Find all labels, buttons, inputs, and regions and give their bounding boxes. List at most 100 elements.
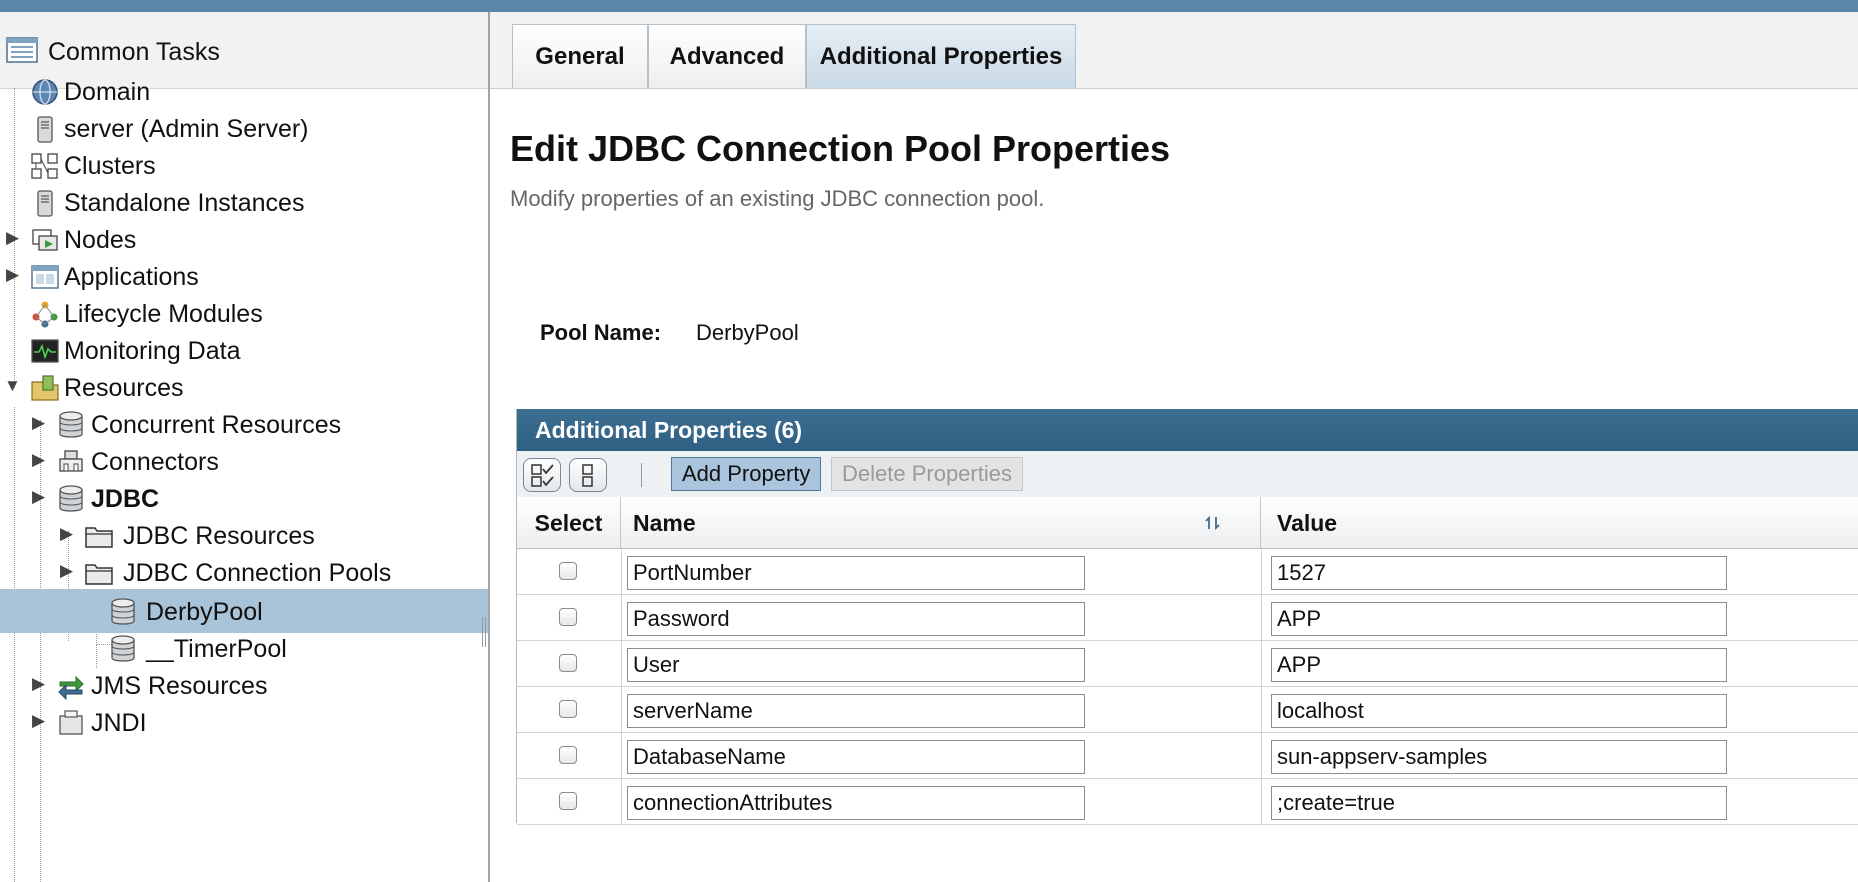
sidebar-item-label: Monitoring Data xyxy=(64,337,241,365)
property-name-input[interactable] xyxy=(627,602,1085,636)
property-value-input[interactable] xyxy=(1271,740,1727,774)
property-value-input[interactable] xyxy=(1271,648,1727,682)
jms-icon xyxy=(58,675,84,701)
monitor-icon xyxy=(31,339,59,363)
pool-name-label: Pool Name: xyxy=(540,320,662,345)
row-select-checkbox[interactable] xyxy=(559,746,577,764)
sidebar-item-label: __TimerPool xyxy=(146,635,287,663)
column-header-label: Value xyxy=(1277,510,1338,536)
row-select-checkbox[interactable] xyxy=(559,562,577,580)
toolbar-separator xyxy=(641,463,642,487)
expand-arrow-icon[interactable]: ▶ xyxy=(32,450,45,470)
server-icon xyxy=(37,116,53,143)
select-all-icon xyxy=(531,464,554,487)
column-header-label: Select xyxy=(534,510,603,536)
tab-bar: General Advanced Additional Properties xyxy=(490,12,1858,89)
expand-arrow-icon[interactable]: ▶ xyxy=(32,711,45,731)
column-header-label: Name xyxy=(633,510,696,536)
sidebar-item-label: Nodes xyxy=(64,226,137,254)
sidebar-item-label: Lifecycle Modules xyxy=(64,300,263,328)
property-name-input[interactable] xyxy=(627,556,1085,590)
property-value-input[interactable] xyxy=(1271,694,1727,728)
tab-advanced[interactable]: Advanced xyxy=(648,24,806,88)
table-row xyxy=(517,641,1858,687)
expand-arrow-icon[interactable]: ▶ xyxy=(60,561,73,581)
common-tasks-label: Common Tasks xyxy=(48,38,220,66)
sidebar-item-label: Connectors xyxy=(91,448,219,476)
common-tasks-icon xyxy=(6,37,38,63)
sort-icon[interactable] xyxy=(1203,513,1223,533)
sidebar-item-jdbc-connection-pools[interactable]: ▶ JDBC Connection Pools xyxy=(0,550,488,594)
applications-icon xyxy=(31,265,59,289)
sidebar-item-label: JDBC Connection Pools xyxy=(123,559,392,587)
pool-name-value: DerbyPool xyxy=(696,320,799,345)
table-toolbar: Add Property Delete Properties xyxy=(517,451,1858,498)
property-name-input[interactable] xyxy=(627,740,1085,774)
sidebar-item-jndi[interactable]: ▶ JNDI xyxy=(0,700,488,744)
deselect-all-button[interactable] xyxy=(569,458,607,492)
cluster-icon xyxy=(31,153,58,179)
jndi-icon xyxy=(59,710,83,735)
database-icon xyxy=(59,411,83,438)
nodes-icon xyxy=(32,229,58,251)
main-content: General Advanced Additional Properties E… xyxy=(490,12,1858,882)
database-icon xyxy=(59,485,83,512)
expand-arrow-icon[interactable]: ▶ xyxy=(32,413,45,433)
sidebar-item-label: Resources xyxy=(64,374,184,402)
sidebar-resize-handle[interactable] xyxy=(482,617,486,647)
sidebar-item-label: Domain xyxy=(64,78,151,106)
server-icon xyxy=(37,190,53,217)
row-select-checkbox[interactable] xyxy=(559,654,577,672)
sidebar-item-label: DerbyPool xyxy=(146,598,263,626)
connector-icon xyxy=(59,450,83,472)
property-name-input[interactable] xyxy=(627,786,1085,820)
tab-additional-properties[interactable]: Additional Properties xyxy=(806,24,1076,88)
add-property-button[interactable]: Add Property xyxy=(671,457,822,491)
property-value-input[interactable] xyxy=(1271,602,1727,636)
additional-properties-table: Additional Properties (6) Add Property D… xyxy=(516,409,1858,825)
delete-properties-button[interactable]: Delete Properties xyxy=(831,457,1023,491)
select-all-button[interactable] xyxy=(523,458,561,492)
row-select-checkbox[interactable] xyxy=(559,700,577,718)
row-select-checkbox[interactable] xyxy=(559,792,577,810)
table-row xyxy=(517,595,1858,641)
window-top-bar xyxy=(0,0,1858,12)
database-icon xyxy=(111,598,135,625)
page-subtitle: Modify properties of an existing JDBC co… xyxy=(510,186,1045,211)
folder-icon xyxy=(85,564,113,585)
navigation-tree: Common Tasks Domain server (Admin Server… xyxy=(0,12,490,882)
expand-arrow-icon[interactable]: ▶ xyxy=(60,524,73,544)
column-header-select: Select xyxy=(517,497,621,549)
table-row xyxy=(517,549,1858,595)
sidebar-item-label: Clusters xyxy=(64,152,156,180)
property-value-input[interactable] xyxy=(1271,786,1727,820)
property-value-input[interactable] xyxy=(1271,556,1727,590)
globe-icon xyxy=(32,79,58,105)
tab-general[interactable]: General xyxy=(512,24,648,88)
database-icon xyxy=(111,635,135,662)
deselect-all-icon xyxy=(582,464,593,487)
page-title: Edit JDBC Connection Pool Properties xyxy=(510,128,1171,169)
collapse-arrow-icon[interactable]: ▼ xyxy=(4,376,21,396)
sidebar-item-label: JDBC Resources xyxy=(123,522,315,550)
sidebar-item-label: JMS Resources xyxy=(91,672,268,700)
table-title: Additional Properties (6) xyxy=(517,409,1858,451)
folder-icon xyxy=(85,527,113,548)
expand-arrow-icon[interactable]: ▶ xyxy=(32,674,45,694)
sidebar-item-label: server (Admin Server) xyxy=(64,115,309,143)
row-select-checkbox[interactable] xyxy=(559,608,577,626)
expand-arrow-icon[interactable]: ▶ xyxy=(6,265,19,285)
resources-icon xyxy=(31,375,59,401)
expand-arrow-icon[interactable]: ▶ xyxy=(32,487,45,507)
sidebar-item-label: Concurrent Resources xyxy=(91,411,342,439)
table-row xyxy=(517,779,1858,825)
sidebar-item-label: JNDI xyxy=(91,709,147,737)
expand-arrow-icon[interactable]: ▶ xyxy=(6,228,19,248)
table-row xyxy=(517,687,1858,733)
column-header-name[interactable]: Name xyxy=(621,497,1261,549)
property-name-input[interactable] xyxy=(627,694,1085,728)
sidebar-item-label: JDBC xyxy=(91,485,160,513)
property-name-input[interactable] xyxy=(627,648,1085,682)
table-row xyxy=(517,733,1858,779)
lifecycle-icon xyxy=(32,301,58,328)
